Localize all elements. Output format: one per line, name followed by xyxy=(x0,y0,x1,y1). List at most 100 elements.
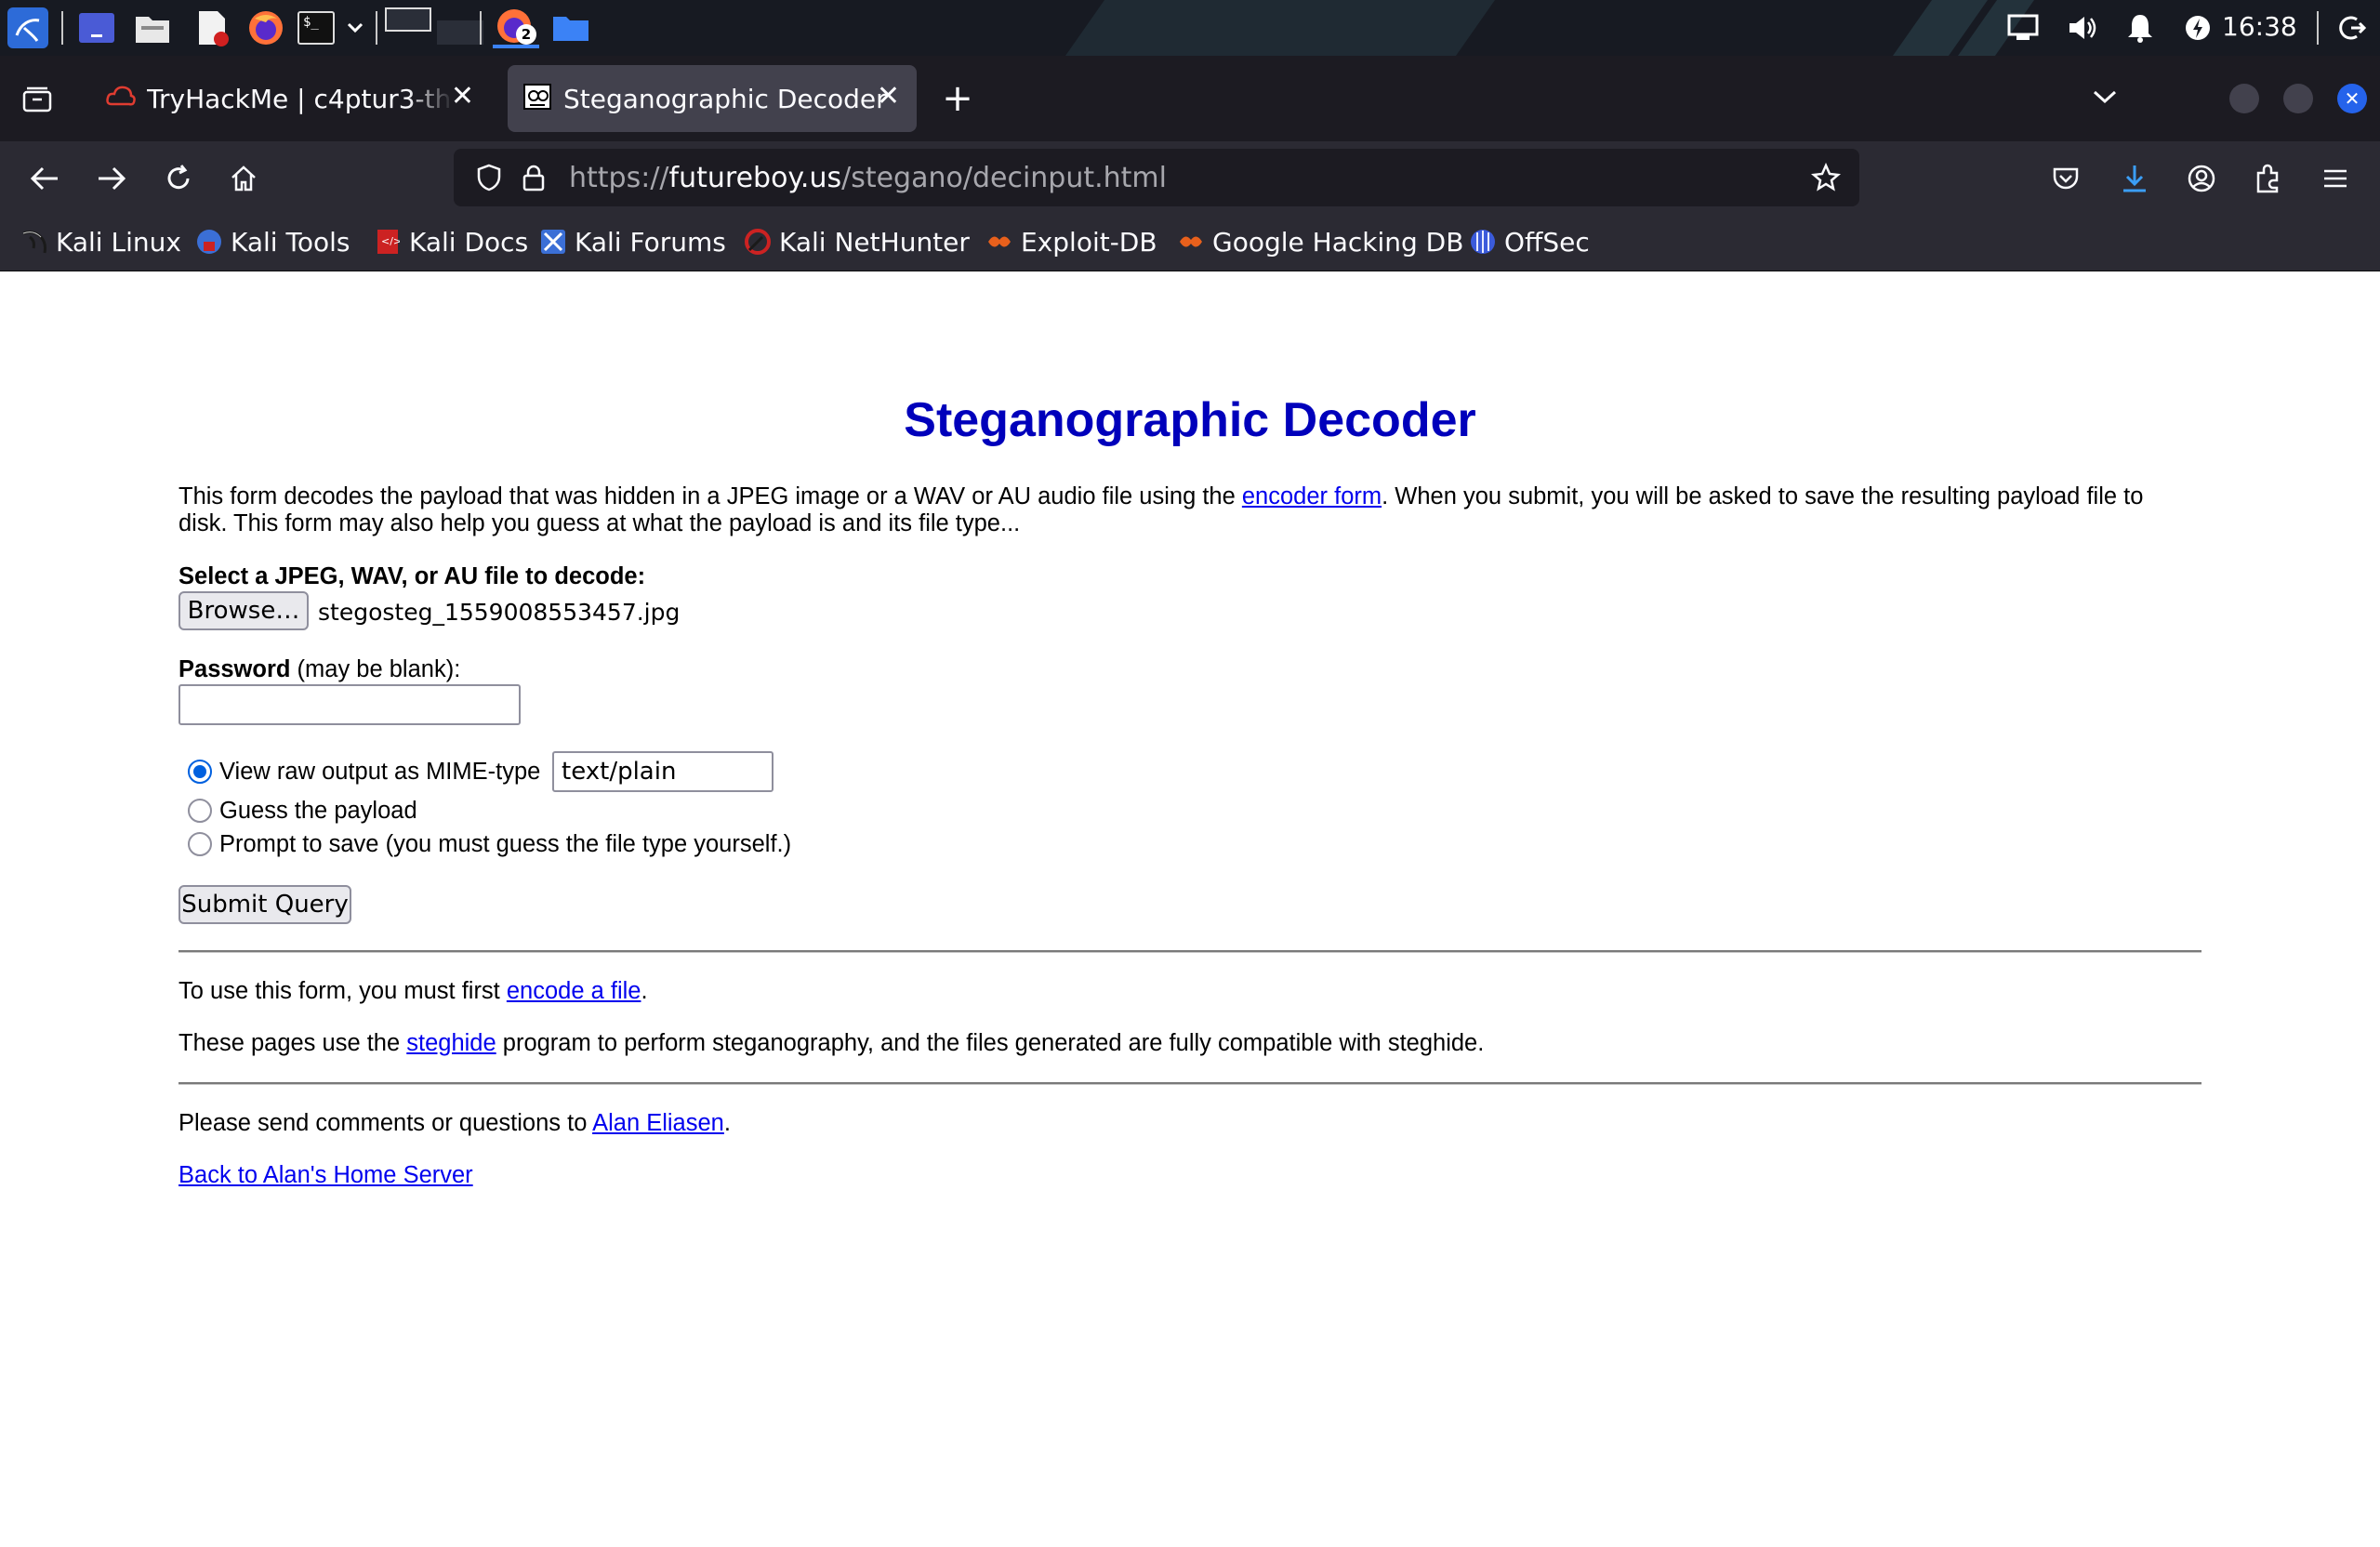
panel-separator xyxy=(61,11,63,45)
comments-paragraph: Please send comments or questions to Ala… xyxy=(178,1110,731,1136)
alan-eliasen-link[interactable]: Alan Eliasen xyxy=(592,1110,724,1136)
back-to-home-server-link[interactable]: Back to Alan's Home Server xyxy=(178,1162,473,1188)
downloads-icon[interactable] xyxy=(2114,158,2155,199)
url-scheme: https:// xyxy=(569,162,669,194)
steghide-link[interactable]: steghide xyxy=(406,1030,496,1056)
app-menu-hamburger-icon[interactable] xyxy=(2315,158,2356,199)
new-tab-button[interactable]: + xyxy=(937,77,978,120)
web-page-content: Steganographic Decoder This form decodes… xyxy=(0,271,2380,1547)
radio-label: Guess the payload xyxy=(219,798,417,824)
encode-a-file-link[interactable]: encode a file xyxy=(507,978,641,1004)
view-raw-output-radio[interactable] xyxy=(188,760,212,784)
firefox-launcher-icon[interactable] xyxy=(245,7,286,48)
password-input[interactable] xyxy=(178,684,521,725)
ghdb-icon xyxy=(1177,228,1205,256)
network-icon[interactable] xyxy=(2004,7,2042,48)
tracking-protection-shield-icon[interactable] xyxy=(469,157,509,198)
selected-file-name: stegosteg_1559008553457.jpg xyxy=(318,599,681,626)
prompt-to-save-radio[interactable] xyxy=(188,832,212,856)
tab-steganographic-decoder[interactable]: Steganographic Decoder ✕ xyxy=(508,65,917,132)
submit-query-button[interactable]: Submit Query xyxy=(178,885,351,924)
password-label: Password (may be blank): xyxy=(178,656,461,682)
text-editor-icon[interactable] xyxy=(192,7,232,48)
list-all-tabs-chevron-icon[interactable] xyxy=(2084,76,2125,117)
exploit-db-icon xyxy=(985,228,1013,256)
kali-docs-icon: </> xyxy=(374,228,402,256)
firefox-task-icon[interactable]: 2 xyxy=(493,7,539,48)
navigation-toolbar: https://futureboy.us/stegano/decinput.ht… xyxy=(0,141,2380,214)
tab-close-icon[interactable]: ✕ xyxy=(877,80,900,112)
kali-menu-icon[interactable] xyxy=(4,7,52,48)
kali-forums-icon xyxy=(539,228,567,256)
browser-tab-strip: TryHackMe | c4ptur3-th3-fl4g ✕ Steganogr… xyxy=(0,56,2380,141)
nethunter-icon xyxy=(744,228,772,256)
file-manager-icon[interactable] xyxy=(132,7,173,48)
panel-decoration xyxy=(1038,0,1509,56)
tab-title: Steganographic Decoder xyxy=(563,83,887,114)
panel-clock[interactable]: 16:38 xyxy=(2222,11,2297,42)
panel-separator xyxy=(2317,11,2319,45)
kali-tools-icon xyxy=(195,228,223,256)
workspace-1[interactable] xyxy=(385,7,431,32)
encoder-form-link[interactable]: encoder form xyxy=(1242,483,1382,509)
bookmark-google-hacking-db[interactable]: Google Hacking DB xyxy=(1177,223,1463,260)
window-count-badge: 2 xyxy=(516,24,536,45)
back-home-paragraph: Back to Alan's Home Server xyxy=(178,1162,473,1189)
bookmark-exploit-db[interactable]: Exploit-DB xyxy=(985,223,1157,260)
bookmark-kali-nethunter[interactable]: Kali NetHunter xyxy=(744,223,970,260)
svg-text:</>: </> xyxy=(381,235,400,247)
window-maximize-button[interactable] xyxy=(2283,84,2313,113)
back-arrow-icon[interactable] xyxy=(24,158,65,199)
futureboy-favicon xyxy=(522,83,552,114)
panel-separator xyxy=(376,11,377,45)
steghide-paragraph: These pages use the steghide program to … xyxy=(178,1030,1485,1056)
encode-paragraph: To use this form, you must first encode … xyxy=(178,978,648,1004)
notifications-bell-icon[interactable] xyxy=(2122,7,2159,48)
window-minimize-button[interactable] xyxy=(2229,84,2259,113)
terminal-icon[interactable]: $_ xyxy=(296,7,337,48)
lock-icon[interactable] xyxy=(513,157,554,198)
firefox-view-icon[interactable] xyxy=(17,78,58,119)
workspace-switcher[interactable] xyxy=(385,7,487,48)
bookmark-star-icon[interactable] xyxy=(1805,157,1846,198)
pocket-icon[interactable] xyxy=(2045,158,2086,199)
radio-label: Prompt to save (you must guess the file … xyxy=(219,831,792,857)
url-text[interactable]: https://futureboy.us/stegano/decinput.ht… xyxy=(569,162,1167,194)
file-select-label: Select a JPEG, WAV, or AU file to decode… xyxy=(178,563,646,589)
power-manager-icon[interactable] xyxy=(2179,7,2216,48)
page-title: Steganographic Decoder xyxy=(904,393,1476,447)
bookmarks-toolbar: Kali Linux Kali Tools </> Kali Docs Kali … xyxy=(0,214,2380,271)
bookmark-kali-forums[interactable]: Kali Forums xyxy=(539,223,726,260)
show-desktop-icon[interactable] xyxy=(76,7,117,48)
horizontal-rule xyxy=(178,1082,2202,1085)
intro-paragraph: This form decodes the payload that was h… xyxy=(178,483,2144,536)
tab-close-icon[interactable]: ✕ xyxy=(451,80,474,112)
tryhackme-favicon xyxy=(106,84,136,113)
extensions-puzzle-icon[interactable] xyxy=(2248,158,2289,199)
tab-title: TryHackMe | c4ptur3-th3-fl4g xyxy=(147,83,454,114)
url-host: futureboy.us xyxy=(668,162,842,194)
home-icon[interactable] xyxy=(223,158,264,199)
chevron-down-icon[interactable] xyxy=(342,7,368,48)
bookmark-kali-docs[interactable]: </> Kali Docs xyxy=(374,223,528,260)
reload-icon[interactable] xyxy=(158,158,199,199)
forward-arrow-icon[interactable] xyxy=(91,158,132,199)
horizontal-rule xyxy=(178,950,2202,953)
guess-payload-radio[interactable] xyxy=(188,799,212,823)
workspace-2[interactable] xyxy=(437,20,483,45)
bookmark-offsec[interactable]: OffSec xyxy=(1469,223,1590,260)
tab-tryhackme[interactable]: TryHackMe | c4ptur3-th3-fl4g ✕ xyxy=(91,65,491,132)
url-path: /stegano/decinput.html xyxy=(841,162,1167,194)
window-close-button[interactable]: ✕ xyxy=(2337,84,2367,113)
volume-icon[interactable] xyxy=(2064,7,2101,48)
browse-button[interactable]: Browse… xyxy=(178,591,309,630)
account-icon[interactable] xyxy=(2181,158,2222,199)
mime-type-input[interactable]: text/plain xyxy=(552,751,774,792)
url-bar[interactable]: https://futureboy.us/stegano/decinput.ht… xyxy=(454,149,1859,206)
bookmark-kali-tools[interactable]: Kali Tools xyxy=(195,223,350,260)
logout-icon[interactable] xyxy=(2334,7,2371,48)
radio-label: View raw output as MIME-type xyxy=(219,759,541,785)
bookmark-kali-linux[interactable]: Kali Linux xyxy=(20,223,181,260)
folder-task-icon[interactable] xyxy=(550,7,591,48)
desktop-top-panel: $_ 2 16:38 xyxy=(0,0,2380,56)
